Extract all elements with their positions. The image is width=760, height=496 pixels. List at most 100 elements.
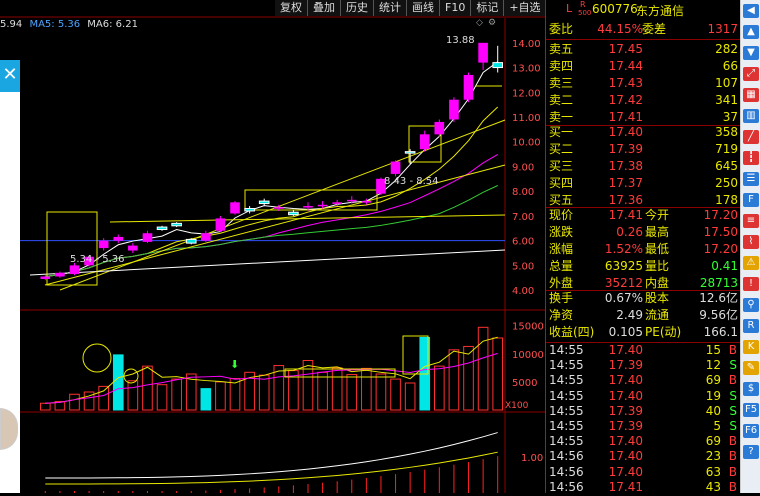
down-arrow-icon[interactable]: ▼ (743, 46, 759, 60)
volume-bar (404, 382, 416, 411)
volume-bar (317, 371, 328, 411)
volume-bar (477, 326, 489, 411)
toolbar-button-1[interactable]: 叠加 (308, 0, 341, 16)
bid-volume: 719 (715, 142, 738, 156)
volume-bar (215, 381, 226, 411)
pencil-icon[interactable]: ✎ (743, 361, 759, 375)
stat-value: 0.41 (711, 259, 738, 273)
volume-bar (302, 360, 314, 411)
toolbar-button-7[interactable]: +自选 (504, 0, 547, 16)
volume-bar (463, 345, 474, 411)
warn-icon[interactable]: ⚠ (743, 256, 759, 270)
volume-bar (331, 367, 343, 411)
toolbar-button-2[interactable]: 历史 (341, 0, 374, 16)
volume-circle-marker (82, 343, 112, 373)
up-arrow-icon[interactable]: ▲ (743, 25, 759, 39)
finance-value: 166.1 (703, 325, 738, 339)
candle (113, 234, 124, 244)
bid-price: 17.37 (608, 176, 643, 190)
k-icon[interactable]: K (743, 340, 759, 354)
bar-chart-icon[interactable]: ▥ (743, 109, 759, 123)
toolbar-button-0[interactable]: 复权 (275, 0, 308, 16)
ask-price: 17.43 (608, 76, 643, 90)
toolbar-button-3[interactable]: 统计 (374, 0, 407, 16)
stat-label: 总量 (549, 259, 574, 273)
s-icon[interactable]: $ (743, 382, 759, 396)
price-tick-label: 9.00 (512, 162, 534, 173)
grid-icon[interactable]: ▦ (743, 88, 759, 102)
volume-bar (127, 380, 139, 411)
volume-tick-label: 5000 (512, 378, 537, 389)
chart-icon[interactable]: ⌇ (743, 235, 759, 249)
f10-icon[interactable]: F (743, 193, 759, 207)
stat-label: 涨跌 (549, 225, 574, 239)
stat-value: 17.50 (703, 225, 738, 239)
tool-sidebar: ◀ ▲ ▼ ⤢ ▦ ▥ ╱ ┇ ☰ F ≡ ⌇ ⚠! ⚲ R K ✎ $ F5 F6? (740, 0, 760, 493)
list-icon[interactable]: ≡ (743, 214, 759, 228)
ma5-label: MA5: 5.36 (29, 19, 81, 30)
candle (171, 222, 182, 228)
toolbar-button-4[interactable]: 画线 (407, 0, 440, 16)
alert-icon[interactable]: ! (743, 277, 759, 291)
ask-row: 卖四 17.44 66 (546, 58, 741, 75)
bid-price: 17.39 (608, 142, 643, 156)
price-tick-label: 6.00 (512, 237, 534, 248)
table-icon[interactable]: ☰ (743, 172, 759, 186)
finance-label: 换手 (549, 291, 574, 305)
expand-icon[interactable]: ⤢ (743, 67, 759, 81)
bid-label: 买一 (549, 125, 574, 139)
ask-volume: 107 (715, 76, 738, 90)
stat-value: 1.52% (604, 242, 643, 256)
stock-name[interactable]: 东方通信 (636, 2, 684, 19)
ma6-label: MA6: 6.21 (87, 19, 138, 30)
stock-code[interactable]: 600776 (592, 2, 638, 16)
candle-icon[interactable]: ┇ (743, 151, 759, 165)
stock-chart[interactable]: 06⬇15000100005000X100 1.00 14.0013.0012.… (0, 0, 545, 493)
volume-bar (39, 402, 51, 411)
bid-row: 买四 17.37 250 (546, 175, 741, 192)
stat-value: 0.26 (616, 225, 643, 239)
f5-icon[interactable]: F5 (743, 403, 759, 417)
finance-value: 9.56亿 (699, 308, 738, 322)
tick-row: 14:56 17.41 43 B (546, 479, 741, 496)
ma-line-8 (45, 106, 499, 278)
back-icon[interactable]: ◀ (743, 4, 759, 18)
bid-price: 17.40 (608, 125, 643, 139)
volume-bar (258, 374, 270, 411)
close-icon[interactable]: ✕ (0, 60, 20, 92)
stat-value: 17.41 (608, 208, 643, 222)
toolbar-button-5[interactable]: F10 (440, 0, 472, 16)
line-chart-icon[interactable]: ╱ (743, 130, 759, 144)
ask-price: 17.45 (608, 42, 643, 56)
stat-label: 最低 (645, 242, 670, 256)
bid-row: 买三 17.38 645 (546, 158, 741, 175)
header-tag-r: R (580, 0, 586, 9)
ratio-label: 委比 (549, 22, 574, 36)
stat-value: 17.20 (703, 208, 738, 222)
candle (258, 198, 270, 207)
header-tag-l: L (566, 2, 573, 15)
toolbar-button-6[interactable]: 标记 (471, 0, 505, 16)
f6-icon[interactable]: F6 (743, 424, 759, 438)
finance-value: 2.49 (616, 308, 643, 322)
range-annotation-1: 5.34 - 5.36 (70, 254, 125, 265)
candle (434, 119, 445, 137)
diamond-icon[interactable]: ◇ (476, 18, 483, 28)
question-icon[interactable]: ? (743, 445, 759, 459)
candle (98, 238, 109, 251)
ask-price: 17.44 (608, 59, 643, 73)
ask-label: 卖四 (549, 59, 574, 73)
volume-bar (361, 367, 372, 411)
rsi-icon[interactable]: R (743, 319, 759, 333)
magnifier-icon[interactable]: ⚲ (743, 298, 759, 312)
bid-label: 买二 (549, 142, 574, 156)
finance-row: 净资 2.49 流通 9.56亿 (546, 307, 741, 324)
header-tag-500: 500 (578, 9, 592, 17)
high-annotation: 13.88 (446, 35, 475, 46)
settings-icon[interactable]: ⚙ (488, 18, 496, 28)
bid-row: 买二 17.39 719 (546, 141, 741, 158)
candle (185, 238, 197, 245)
price-tick-label: 13.00 (512, 64, 541, 75)
tick-time: 14:56 (549, 479, 584, 494)
stat-value: 63925 (604, 259, 643, 273)
